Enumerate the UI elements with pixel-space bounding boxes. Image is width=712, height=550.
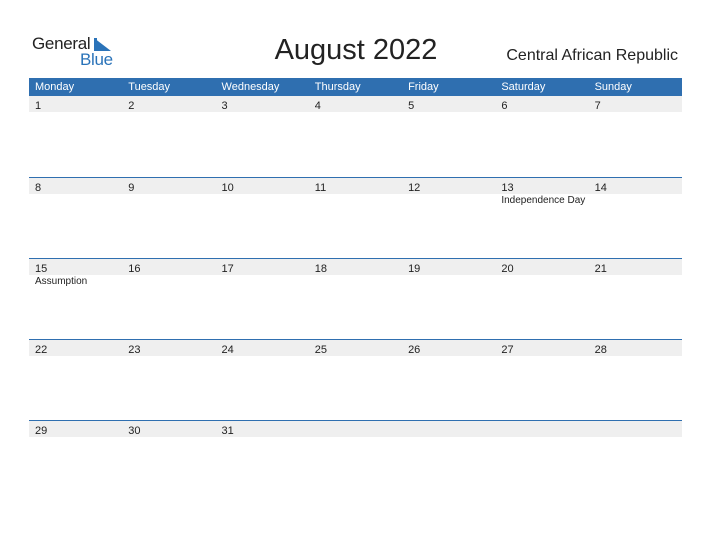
week-row: 8 9 10 11 12 13 Independence Day 14	[29, 177, 682, 258]
day-cell	[589, 421, 682, 437]
weeks-container: 1 2 3 4 5 6 7 8 9 10 11 12 13 Independence Day 14 15 Ass…	[29, 96, 682, 501]
day-cell: 29	[29, 421, 122, 437]
day-cell: 26	[402, 340, 495, 356]
day-cell: 19	[402, 259, 495, 275]
day-number: 8	[35, 182, 42, 194]
day-cell: 16	[122, 259, 215, 275]
day-cell: 30	[122, 421, 215, 437]
day-number: 30	[128, 425, 141, 437]
day-number: 10	[221, 182, 234, 194]
day-cell: 18	[309, 259, 402, 275]
weekday-monday: Monday	[35, 81, 75, 93]
day-number: 29	[35, 425, 48, 437]
day-number: 7	[594, 100, 601, 112]
holiday-label: Independence Day	[501, 195, 586, 206]
day-cell: 17	[216, 259, 309, 275]
day-cell: 12	[402, 178, 495, 194]
weekday-sunday: Sunday	[594, 81, 632, 93]
day-cell: 2	[122, 96, 215, 112]
day-number: 5	[408, 100, 415, 112]
day-number: 22	[35, 344, 48, 356]
day-number: 15	[35, 263, 48, 275]
day-number: 27	[501, 344, 514, 356]
day-number: 23	[128, 344, 141, 356]
week-row: 1 2 3 4 5 6 7	[29, 96, 682, 177]
day-number: 1	[35, 100, 42, 112]
day-cell: 27	[495, 340, 588, 356]
day-cell: 10	[216, 178, 309, 194]
day-cell: 31	[216, 421, 309, 437]
week-row: 15 Assumption 16 17 18 19 20 21	[29, 258, 682, 339]
day-number: 31	[221, 425, 234, 437]
weekday-saturday: Saturday	[501, 81, 546, 93]
weekday-tuesday: Tuesday	[128, 81, 171, 93]
day-cell	[402, 421, 495, 437]
calendar-grid: Monday Tuesday Wednesday Thursday Friday…	[29, 78, 682, 501]
date-strip: 22 23 24 25 26 27 28	[29, 340, 682, 356]
day-number: 3	[221, 100, 228, 112]
day-number: 17	[221, 263, 234, 275]
day-number: 14	[594, 182, 607, 194]
day-number: 12	[408, 182, 421, 194]
day-cell: 3	[216, 96, 309, 112]
date-strip: 15 Assumption 16 17 18 19 20 21	[29, 259, 682, 287]
day-number: 11	[314, 182, 327, 194]
day-cell	[495, 421, 588, 437]
day-number: 18	[314, 263, 328, 275]
date-strip: 29 30 31	[29, 421, 682, 437]
day-cell: 14	[589, 178, 682, 194]
day-cell: 9	[122, 178, 215, 194]
day-cell: 5	[402, 96, 495, 112]
day-cell: 22	[29, 340, 122, 356]
weekday-header-row: Monday Tuesday Wednesday Thursday Friday…	[29, 78, 682, 96]
day-cell: 15 Assumption	[29, 259, 122, 287]
day-cell: 8	[29, 178, 122, 194]
day-number: 28	[594, 344, 607, 356]
day-number: 24	[221, 344, 234, 356]
week-row: 29 30 31	[29, 420, 682, 501]
day-cell: 25	[309, 340, 402, 356]
day-cell: 23	[122, 340, 215, 356]
date-strip: 8 9 10 11 12 13 Independence Day 14	[29, 178, 682, 206]
weekday-friday: Friday	[408, 81, 439, 93]
day-number: 13	[501, 182, 514, 194]
day-cell: 11	[309, 178, 402, 194]
day-cell	[309, 421, 402, 437]
day-number: 21	[594, 263, 607, 275]
week-row: 22 23 24 25 26 27 28	[29, 339, 682, 420]
weekday-wednesday: Wednesday	[221, 81, 280, 93]
day-number: 16	[128, 263, 141, 275]
day-number: 2	[128, 100, 135, 112]
day-number: 26	[408, 344, 421, 356]
day-cell: 7	[589, 96, 682, 112]
day-cell: 1	[29, 96, 122, 112]
day-cell: 21	[589, 259, 682, 275]
day-cell: 6	[495, 96, 588, 112]
day-cell: 24	[216, 340, 309, 356]
day-number: 25	[314, 344, 328, 356]
weekday-thursday: Thursday	[314, 81, 361, 93]
day-cell: 28	[589, 340, 682, 356]
day-number: 9	[128, 182, 135, 194]
day-cell: 4	[309, 96, 402, 112]
day-number: 6	[501, 100, 508, 112]
holiday-label: Assumption	[35, 276, 88, 287]
day-number: 4	[314, 100, 321, 112]
date-strip: 1 2 3 4 5 6 7	[29, 96, 682, 112]
day-cell: 13 Independence Day	[495, 178, 588, 206]
day-number: 19	[408, 263, 421, 275]
day-cell: 20	[495, 259, 588, 275]
country-name: Central African Republic	[506, 47, 678, 64]
day-number: 20	[501, 263, 514, 275]
